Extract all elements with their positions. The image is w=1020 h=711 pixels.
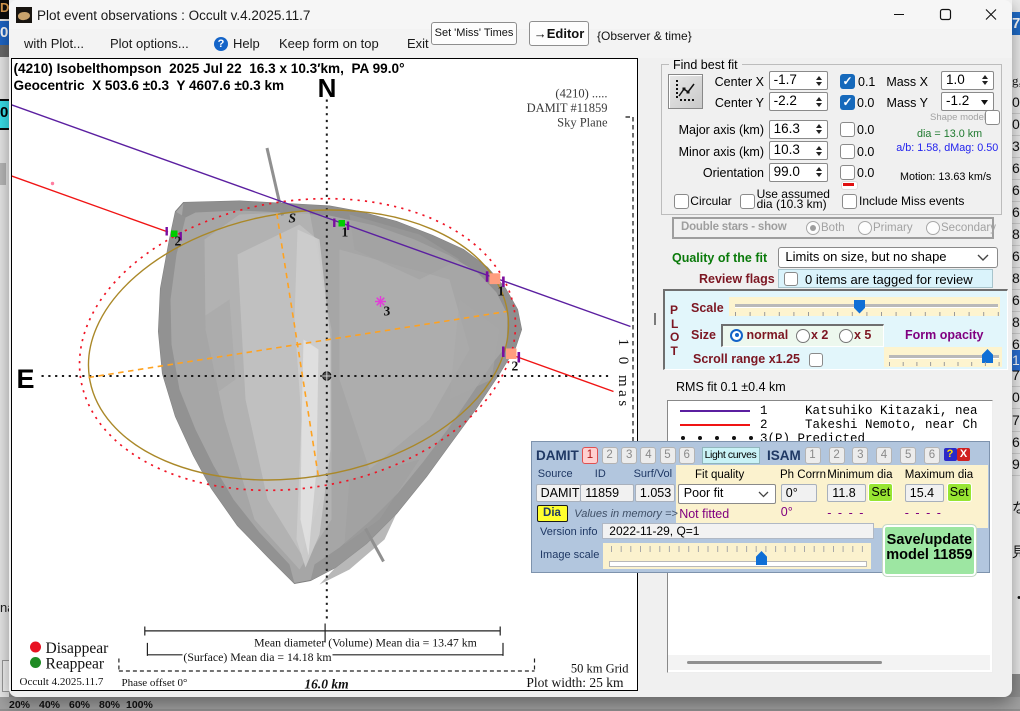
- svg-text:2: 2: [512, 359, 519, 374]
- svg-text:2: 2: [175, 234, 182, 249]
- svg-text:Phase offset 0°: Phase offset 0°: [122, 677, 188, 689]
- svg-text:1: 1: [342, 225, 349, 240]
- svg-text:1: 1: [498, 284, 505, 299]
- svg-text:(4210) Isobelthompson 2025 Ju: (4210) Isobelthompson 2025 Jul 22 16.3 x…: [14, 61, 405, 76]
- svg-text:50 km Grid: 50 km Grid: [571, 662, 629, 676]
- svg-text:Mean diameter (Volume) Mean di: Mean diameter (Volume) Mean dia = 13.47 …: [254, 636, 477, 650]
- svg-text:Geocentric X 503.6 ±0.3 Y 46: Geocentric X 503.6 ±0.3 Y 4607.6 ±0.3 km: [14, 78, 285, 93]
- svg-text:Occult 4.2025.11.7: Occult 4.2025.11.7: [20, 676, 104, 688]
- svg-text:3: 3: [384, 304, 391, 319]
- svg-text:Reappear: Reappear: [46, 656, 105, 673]
- svg-text:DAMIT #11859: DAMIT #11859: [527, 101, 608, 115]
- svg-text:1 0 mas: 1 0 mas: [615, 339, 631, 410]
- svg-text:E: E: [17, 364, 35, 394]
- svg-text:Disappear: Disappear: [46, 640, 110, 657]
- svg-text:16.0 km: 16.0 km: [304, 677, 348, 691]
- svg-text:(4210) .....: (4210) .....: [555, 87, 607, 101]
- svg-text:(Surface) Mean dia = 14.18 km: (Surface) Mean dia = 14.18 km: [183, 650, 331, 664]
- svg-text:Plot width: 25 km: Plot width: 25 km: [526, 675, 624, 690]
- svg-text:N: N: [318, 73, 337, 103]
- svg-text:S: S: [289, 211, 297, 226]
- svg-text:Sky Plane: Sky Plane: [557, 116, 608, 130]
